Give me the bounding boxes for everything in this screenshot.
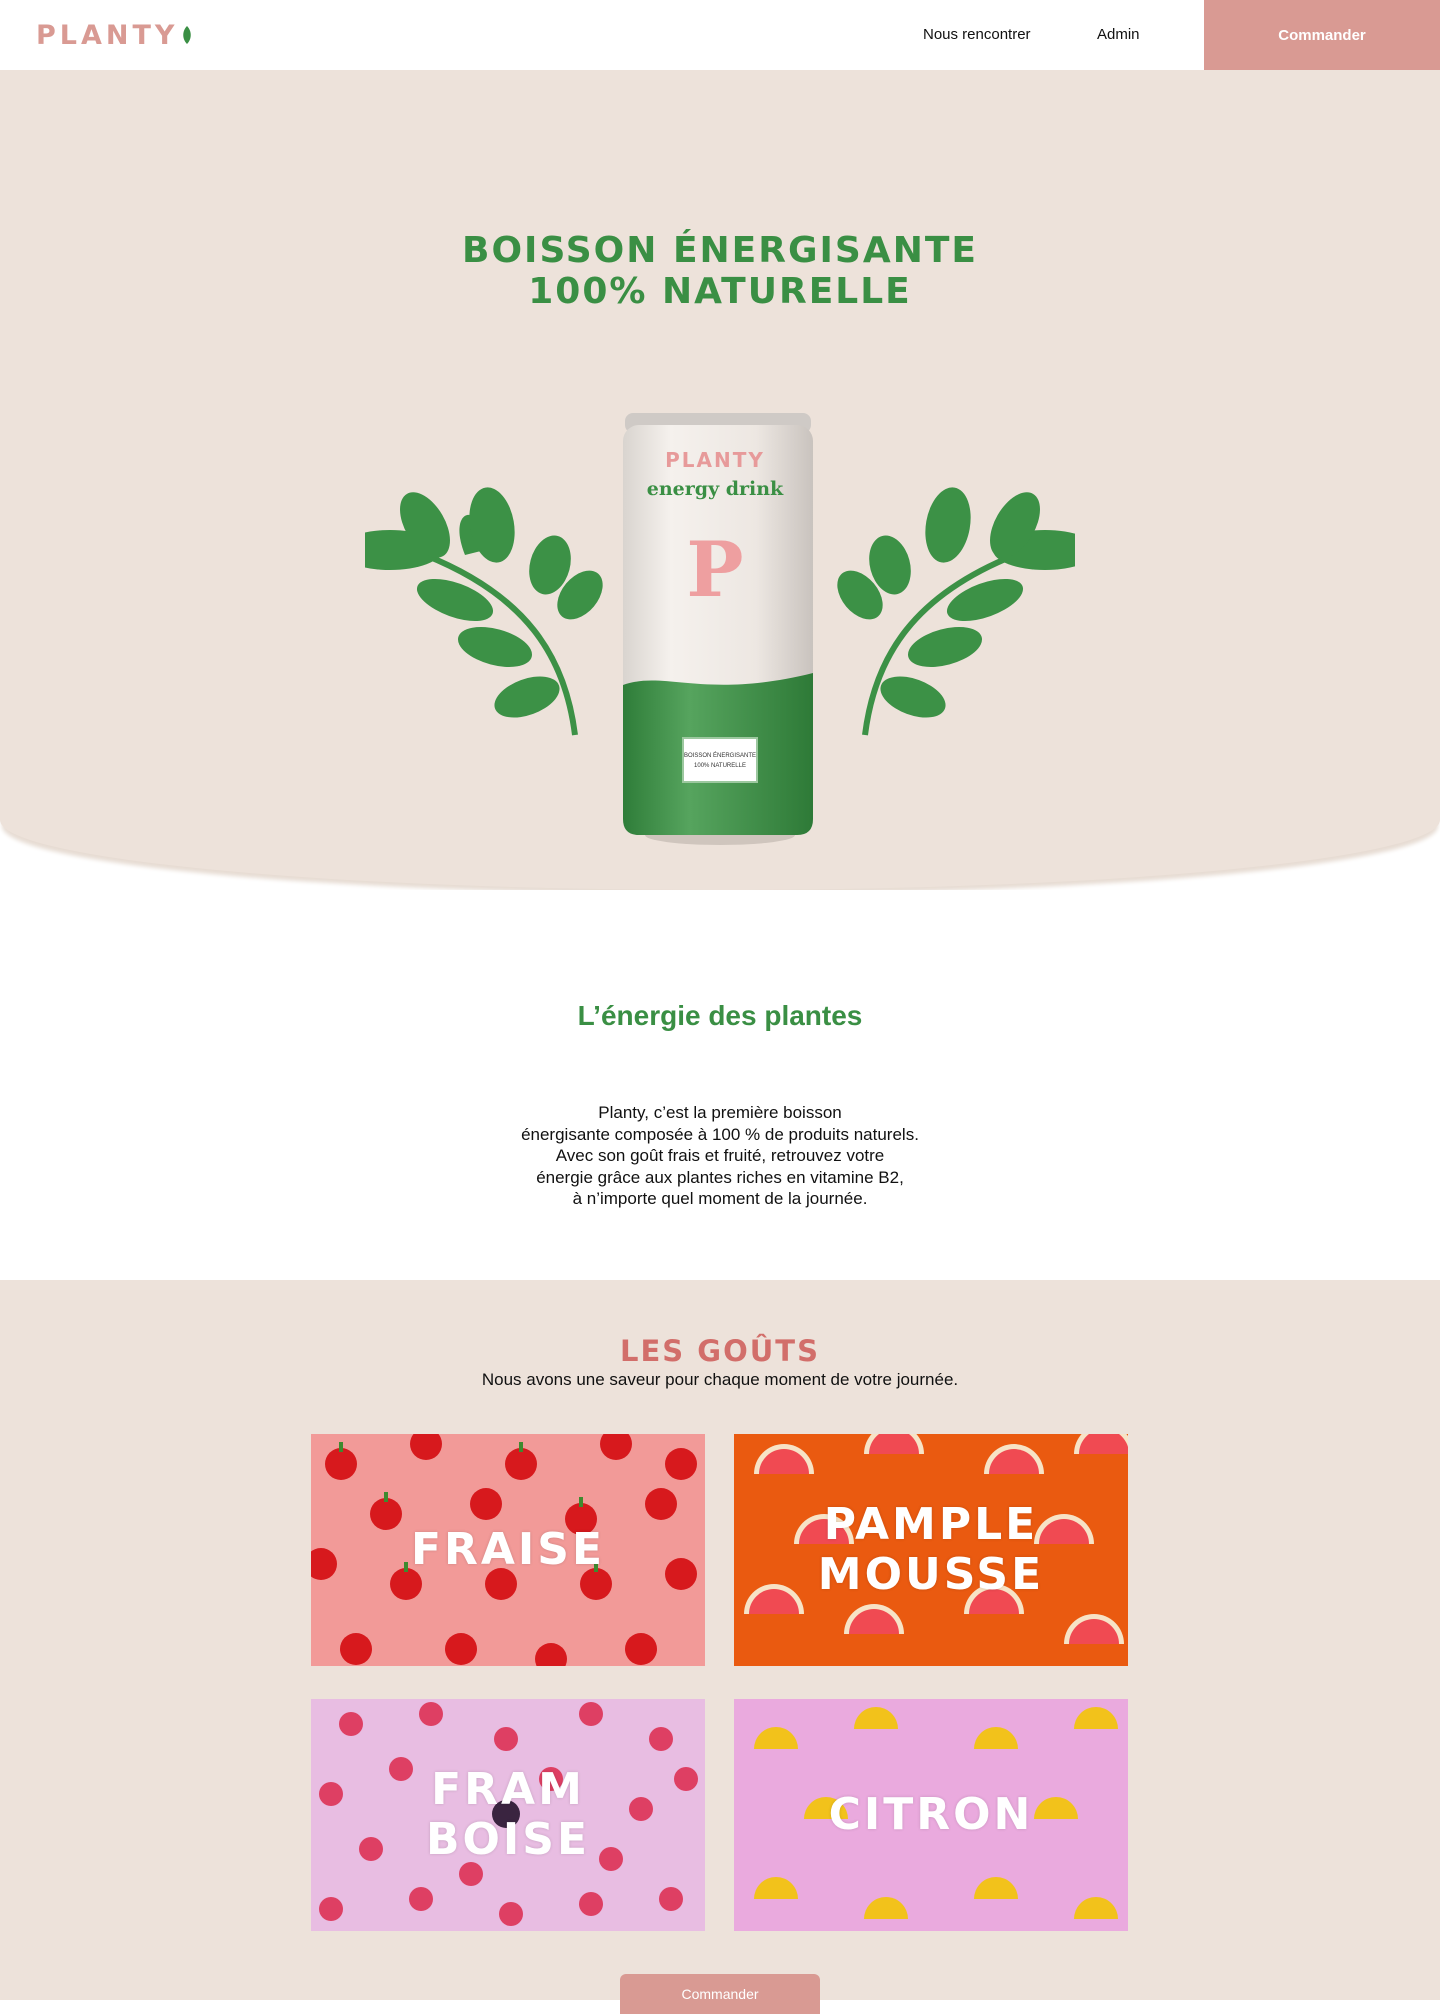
taste-label-line: BOISE [425, 1814, 591, 1865]
order-button-bottom[interactable]: Commander [620, 1974, 820, 2014]
energy-line: Avec son goût frais et fruité, retrouvez… [555, 1146, 885, 1165]
can-label-line1: BOISSON ÉNERGISANTE [683, 753, 756, 759]
right-branch-icon [837, 487, 1075, 736]
can-label-line2: 100% NATURELLE [694, 763, 746, 769]
can-label: BOISSON ÉNERGISANTE 100% NATURELLE [682, 751, 758, 771]
taste-card-citron[interactable]: CITRON [734, 1699, 1128, 1931]
taste-label: PAMPLE MOUSSE [734, 1434, 1128, 1666]
order-button[interactable]: Commander [1204, 0, 1440, 70]
left-branch-icon [365, 487, 603, 736]
tastes-title: LES GOÛTS [620, 1334, 820, 1368]
logo[interactable]: PLANTY [36, 20, 192, 51]
hero-section: BOISSON ÉNERGISANTE 100% NATURELLE PLANT… [0, 70, 1440, 890]
hero-title-line1: BOISSON ÉNERGISANTE [462, 230, 978, 271]
leaf-icon [182, 20, 192, 51]
can-brand: PLANTY [665, 448, 765, 472]
taste-card-pamplemousse[interactable]: PAMPLE MOUSSE [734, 1434, 1128, 1666]
taste-label: FRAM BOISE [311, 1699, 705, 1931]
energy-line: énergisante composée à 100 % de produits… [521, 1124, 919, 1144]
can-letter: P [686, 525, 744, 614]
energy-title: L’énergie des plantes [577, 1000, 863, 1031]
energy-line: Planty, c’est la première boisson [598, 1103, 842, 1122]
tastes-section: LES GOÛTS Nous avons une saveur pour cha… [0, 1280, 1440, 2014]
energy-drink-can-illustration [365, 413, 1075, 845]
taste-label-line: CITRON [828, 1789, 1034, 1840]
logo-text: PLANTY [36, 20, 179, 51]
nav-link-about[interactable]: Nous rencontrer [923, 26, 1031, 43]
taste-label: FRAISE [311, 1434, 705, 1666]
taste-label: CITRON [734, 1699, 1128, 1931]
hero-title: BOISSON ÉNERGISANTE 100% NATURELLE [0, 230, 1440, 312]
taste-label-line: FRAM [431, 1764, 585, 1815]
energy-section: L’énergie des plantes Planty, c’est la p… [0, 890, 1440, 1280]
taste-card-framboise[interactable]: FRAM BOISE [311, 1699, 705, 1931]
nav-link-admin[interactable]: Admin [1097, 26, 1140, 43]
taste-label-line: PAMPLE [823, 1499, 1039, 1550]
energy-line: à n’importe quel moment de la journée. [572, 1189, 868, 1208]
energy-line: énergie grâce aux plantes riches en vita… [536, 1167, 904, 1187]
can-subtitle: energy drink [646, 478, 784, 500]
taste-card-fraise[interactable]: FRAISE [311, 1434, 705, 1666]
taste-label-line: MOUSSE [817, 1549, 1045, 1600]
tastes-subtitle: Nous avons une saveur pour chaque moment… [481, 1370, 959, 1389]
taste-label-line: FRAISE [410, 1524, 606, 1575]
hero-title-line2: 100% NATURELLE [528, 271, 912, 312]
site-header: PLANTY Nous rencontrer Admin Commander [0, 0, 1440, 70]
energy-description: Planty, c’est la première boisson énergi… [0, 1102, 1440, 1210]
